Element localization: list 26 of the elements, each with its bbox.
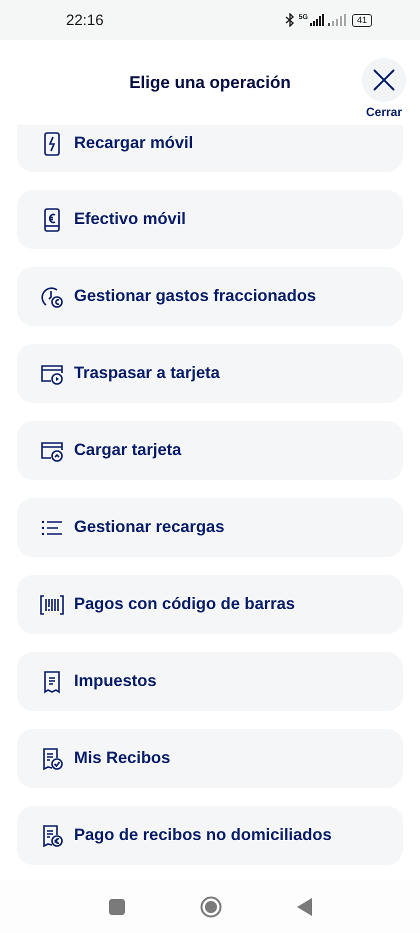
barcode-icon: [40, 592, 64, 616]
operation-item[interactable]: Efectivo móvil: [17, 190, 403, 249]
receipt-coin-icon: [40, 824, 64, 848]
recents-icon[interactable]: [108, 898, 124, 914]
operation-item[interactable]: Recargar móvil: [17, 125, 403, 172]
home-icon[interactable]: [200, 896, 222, 918]
operation-item[interactable]: Impuestos: [17, 652, 403, 711]
battery-indicator: 41: [352, 14, 372, 26]
back-icon[interactable]: [296, 898, 312, 916]
operation-item[interactable]: Traspasar a tarjeta: [17, 344, 403, 403]
signal-icon: [310, 14, 324, 26]
close-icon: [372, 68, 396, 92]
receipt-check-icon: [40, 746, 64, 770]
clock-time: 22:16: [66, 12, 104, 28]
bluetooth-icon: [284, 13, 295, 27]
operation-item[interactable]: Gestionar gastos fraccionados: [17, 267, 403, 326]
operation-item[interactable]: Pagos con código de barras: [17, 575, 403, 634]
operation-item[interactable]: Gestionar recargas: [17, 498, 403, 557]
page-title: Elige una operación: [129, 72, 291, 92]
operation-item[interactable]: Mis Recibos: [17, 729, 403, 788]
signal-icon: [328, 14, 348, 26]
operation-item[interactable]: Cargar tarjeta: [17, 421, 403, 480]
clock-coin-icon: [40, 284, 64, 308]
operation-item[interactable]: Pago de recibos no domiciliados: [17, 806, 403, 865]
close-button[interactable]: [362, 58, 406, 102]
close-label[interactable]: Cerrar: [366, 105, 402, 119]
